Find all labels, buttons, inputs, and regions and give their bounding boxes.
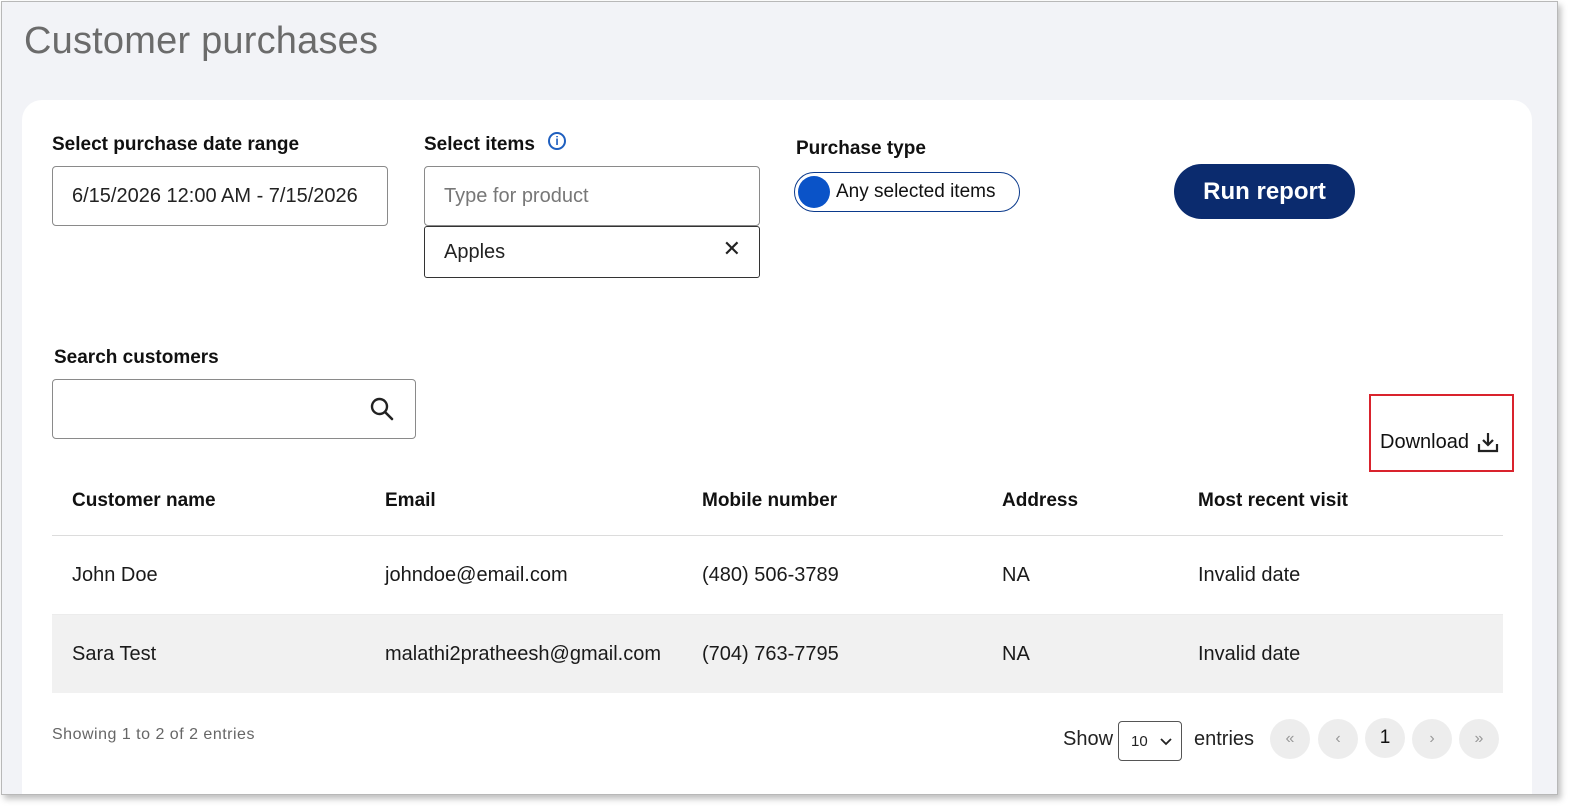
entries-summary: Showing 1 to 2 of 2 entries	[52, 726, 255, 743]
cell-email: malathi2pratheesh@gmail.com	[365, 614, 682, 693]
chevron-down-icon	[1160, 738, 1172, 746]
date-range-value: 6/15/2026 12:00 AM - 7/15/2026	[72, 184, 358, 207]
cell-customer-name: John Doe	[52, 535, 365, 615]
purchase-type-toggle[interactable]: Any selected items	[794, 172, 1020, 212]
cell-mobile-number: (704) 763-7795	[682, 614, 982, 693]
page-title: Customer purchases	[24, 20, 379, 62]
date-range-label: Select purchase date range	[52, 134, 300, 155]
show-label: Show	[1063, 728, 1114, 750]
next-page-button[interactable]: ›	[1412, 719, 1452, 759]
page-1-button[interactable]: 1	[1365, 718, 1405, 758]
header-email[interactable]: Email	[365, 466, 682, 536]
date-range-input[interactable]: 6/15/2026 12:00 AM - 7/15/2026	[52, 166, 388, 226]
info-icon[interactable]: i	[548, 132, 566, 150]
report-card: Select purchase date range 6/15/2026 12:…	[22, 100, 1532, 794]
search-customers-label: Search customers	[54, 347, 219, 368]
cell-address: NA	[982, 535, 1178, 615]
cell-address: NA	[982, 614, 1178, 693]
remove-item-icon[interactable]: ✕	[723, 236, 741, 262]
header-most-recent-visit[interactable]: Most recent visit	[1178, 466, 1503, 536]
header-mobile-number[interactable]: Mobile number	[682, 466, 982, 536]
header-customer-name[interactable]: Customer name	[52, 466, 365, 536]
download-button[interactable]: Download	[1369, 394, 1514, 472]
page-size-select[interactable]: 10	[1118, 721, 1182, 761]
select-items-label: Select items	[424, 134, 535, 155]
entries-label: entries	[1194, 728, 1255, 750]
download-icon	[1477, 433, 1499, 453]
product-search-placeholder: Type for product	[444, 184, 589, 207]
cell-customer-name: Sara Test	[52, 614, 365, 693]
page-size-value: 10	[1131, 732, 1148, 750]
app-window: Customer purchases Select purchase date …	[1, 1, 1558, 795]
run-report-button[interactable]: Run report	[1174, 164, 1355, 219]
purchase-type-label: Purchase type	[796, 138, 926, 159]
cell-email: johndoe@email.com	[365, 535, 682, 615]
selected-item-label: Apples	[444, 240, 506, 263]
table-header-row: Customer name Email Mobile number Addres…	[52, 466, 1503, 536]
customers-table: Customer name Email Mobile number Addres…	[52, 466, 1503, 693]
last-page-button[interactable]: »	[1459, 719, 1499, 759]
toggle-knob	[798, 176, 830, 208]
table-row[interactable]: John Doe johndoe@email.com (480) 506-378…	[52, 535, 1503, 615]
cell-most-recent-visit: Invalid date	[1178, 535, 1503, 615]
first-page-button[interactable]: «	[1270, 719, 1310, 759]
search-icon[interactable]	[369, 396, 395, 422]
cell-most-recent-visit: Invalid date	[1178, 614, 1503, 693]
header-address[interactable]: Address	[982, 466, 1178, 536]
purchase-type-value: Any selected items	[836, 181, 996, 202]
customer-search-input[interactable]	[52, 379, 416, 439]
download-label: Download	[1380, 431, 1469, 453]
product-search-input[interactable]: Type for product	[424, 166, 760, 226]
prev-page-button[interactable]: ‹	[1318, 719, 1358, 759]
selected-item-chip: Apples ✕	[424, 226, 760, 278]
cell-mobile-number: (480) 506-3789	[682, 535, 982, 615]
table-row[interactable]: Sara Test malathi2pratheesh@gmail.com (7…	[52, 614, 1503, 693]
